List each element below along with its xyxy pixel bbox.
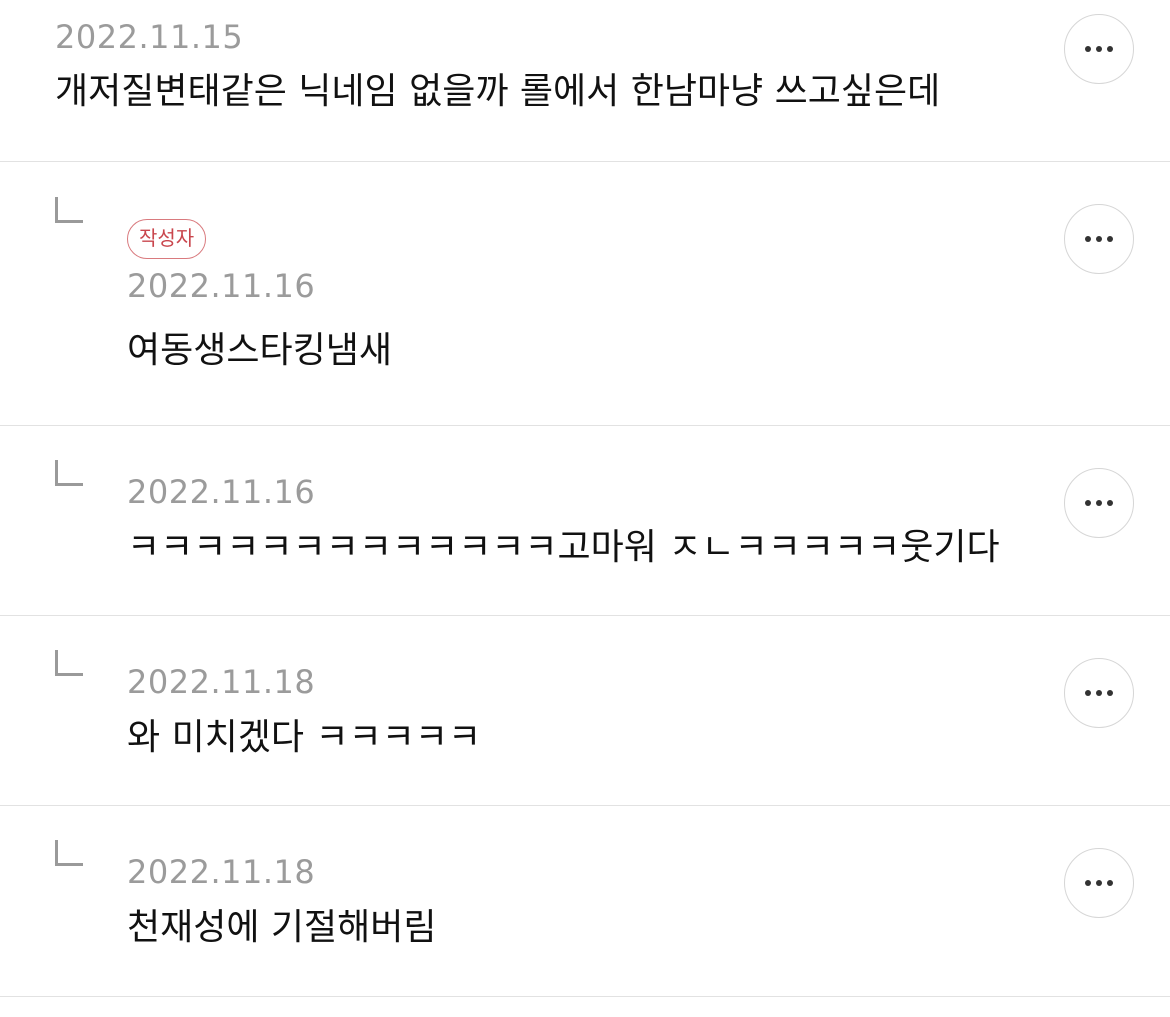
comment-date: 2022.11.15 bbox=[55, 18, 244, 56]
reply-arrow-icon bbox=[55, 840, 83, 866]
comment-date: 2022.11.18 bbox=[127, 663, 316, 701]
reply-arrow-icon bbox=[55, 197, 83, 223]
more-options-button[interactable] bbox=[1064, 658, 1134, 728]
comment-text: ㅋㅋㅋㅋㅋㅋㅋㅋㅋㅋㅋㅋㅋ고마워 ㅈㄴㅋㅋㅋㅋㅋ웃기다 bbox=[127, 527, 1000, 568]
reply-arrow-icon bbox=[55, 460, 83, 486]
reply-item: 2022.11.16 ㅋㅋㅋㅋㅋㅋㅋㅋㅋㅋㅋㅋㅋ고마워 ㅈㄴㅋㅋㅋㅋㅋ웃기다 bbox=[0, 426, 1170, 616]
more-horizontal-icon bbox=[1085, 880, 1113, 886]
comment-date: 2022.11.18 bbox=[127, 853, 316, 891]
more-horizontal-icon bbox=[1085, 690, 1113, 696]
comment-text: 여동생스타킹냄새 bbox=[127, 330, 392, 371]
reply-item: 2022.11.18 천재성에 기절해버림 bbox=[0, 806, 1170, 997]
comment-item: 2022.11.15 개저질변태같은 닉네임 없을까 롤에서 한남마냥 쓰고싶은… bbox=[0, 0, 1170, 162]
more-options-button[interactable] bbox=[1064, 204, 1134, 274]
reply-item: 작성자 2022.11.16 여동생스타킹냄새 bbox=[0, 162, 1170, 426]
comment-date: 2022.11.16 bbox=[127, 473, 316, 511]
comment-text: 개저질변태같은 닉네임 없을까 롤에서 한남마냥 쓰고싶은데 bbox=[55, 71, 941, 112]
more-horizontal-icon bbox=[1085, 500, 1113, 506]
comment-text: 천재성에 기절해버림 bbox=[127, 907, 437, 948]
more-options-button[interactable] bbox=[1064, 468, 1134, 538]
reply-arrow-icon bbox=[55, 650, 83, 676]
comment-date: 2022.11.16 bbox=[127, 267, 316, 305]
reply-item: 2022.11.18 와 미치겠다 ㅋㅋㅋㅋㅋ bbox=[0, 616, 1170, 806]
more-options-button[interactable] bbox=[1064, 848, 1134, 918]
more-options-button[interactable] bbox=[1064, 14, 1134, 84]
comment-text: 와 미치겠다 ㅋㅋㅋㅋㅋ bbox=[127, 717, 482, 758]
comment-list: 2022.11.15 개저질변태같은 닉네임 없을까 롤에서 한남마냥 쓰고싶은… bbox=[0, 0, 1170, 997]
author-badge: 작성자 bbox=[127, 219, 207, 259]
more-horizontal-icon bbox=[1085, 46, 1113, 52]
more-horizontal-icon bbox=[1085, 236, 1113, 242]
